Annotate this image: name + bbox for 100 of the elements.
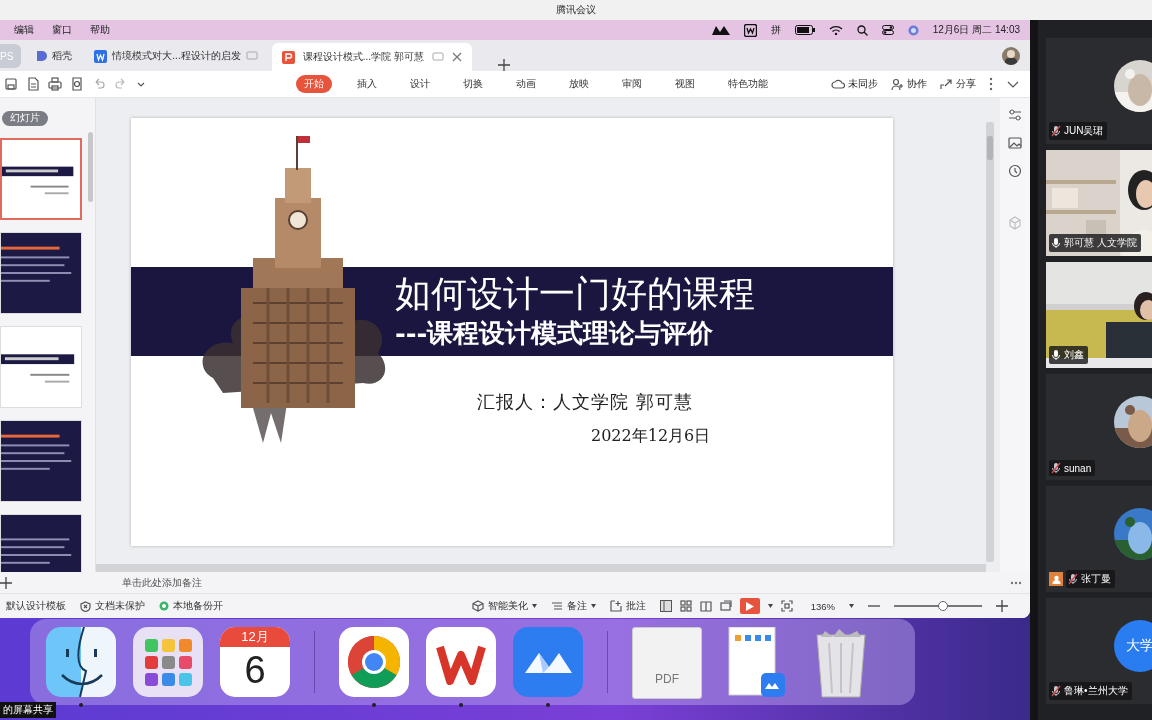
ribbon-tab[interactable]: 动画 bbox=[508, 75, 544, 94]
calendar-month: 12月 bbox=[220, 627, 290, 647]
assistant-icon[interactable] bbox=[907, 24, 919, 36]
clock[interactable]: 12月6日 周二 14:03 bbox=[932, 23, 1020, 37]
launchpad-icon[interactable] bbox=[133, 627, 203, 697]
cube-icon[interactable] bbox=[471, 600, 484, 613]
more-horizontal-icon[interactable] bbox=[1010, 580, 1022, 585]
ribbon-tab[interactable]: 设计 bbox=[402, 75, 438, 94]
people-icon bbox=[890, 77, 904, 92]
writer-icon bbox=[94, 49, 108, 63]
participant-tile[interactable]: sunan bbox=[1046, 374, 1152, 480]
screen-share-label: 的屏幕共享 bbox=[0, 702, 56, 718]
chrome-icon[interactable] bbox=[339, 627, 409, 697]
backup-icon[interactable] bbox=[159, 601, 169, 612]
share-icon bbox=[939, 77, 953, 92]
more-icon[interactable] bbox=[988, 76, 994, 93]
window-title: 腾讯会议 bbox=[556, 3, 596, 17]
menu-item[interactable]: 帮助 bbox=[90, 23, 110, 37]
control-center-icon[interactable] bbox=[881, 25, 894, 35]
calendar-icon[interactable]: 12月 6 bbox=[220, 627, 290, 697]
caret-icon[interactable] bbox=[590, 604, 596, 609]
sliders-icon[interactable] bbox=[1008, 107, 1022, 122]
wps-status-icon[interactable] bbox=[743, 23, 757, 37]
participant-name: 张丁曼 bbox=[1081, 572, 1111, 586]
ribbon-tab[interactable]: 特色功能 bbox=[720, 75, 776, 94]
wifi-icon[interactable] bbox=[828, 25, 843, 35]
document-tab[interactable]: 情境模式对大...程设计的启发 bbox=[86, 44, 266, 69]
participant-tile[interactable]: 张丁曼 bbox=[1046, 486, 1152, 592]
status-item[interactable]: 默认设计模板 bbox=[6, 599, 66, 613]
shield-icon[interactable] bbox=[80, 600, 91, 612]
document-tab[interactable]: 稻壳 bbox=[27, 44, 81, 69]
participant-name: 鲁琳•兰州大学 bbox=[1064, 684, 1128, 698]
finder-icon[interactable] bbox=[46, 627, 116, 697]
participant-name: 刘鑫 bbox=[1064, 348, 1084, 362]
caret-icon[interactable] bbox=[531, 604, 537, 609]
ribbon-tab[interactable]: 视图 bbox=[667, 75, 703, 94]
toolbar-action[interactable]: 协作 bbox=[890, 77, 927, 92]
participant-tile[interactable]: 刘鑫 bbox=[1046, 262, 1152, 368]
status-item[interactable]: 本地备份开 bbox=[159, 599, 223, 613]
meeting-icon[interactable] bbox=[513, 627, 583, 697]
status-item[interactable]: 文档未保护 bbox=[80, 599, 145, 613]
status-tool[interactable]: 智能美化 bbox=[471, 599, 537, 613]
normal-view-icon[interactable] bbox=[659, 600, 672, 613]
ribbon-tab[interactable]: 插入 bbox=[349, 75, 385, 94]
zoom-in-icon[interactable] bbox=[996, 600, 1008, 613]
close-icon[interactable] bbox=[451, 52, 462, 63]
status-tool[interactable]: 备注 bbox=[550, 599, 596, 613]
caret-icon[interactable] bbox=[767, 604, 773, 609]
toolbar-action[interactable]: 未同步 bbox=[831, 77, 878, 92]
comment-icon[interactable] bbox=[609, 600, 622, 613]
ribbon-tab[interactable]: 切换 bbox=[455, 75, 491, 94]
scrollbar[interactable] bbox=[986, 121, 994, 562]
grid-view-icon[interactable] bbox=[679, 600, 692, 613]
zoom-level[interactable]: 136% bbox=[810, 600, 835, 612]
document-tab[interactable]: 课程设计模式...学院 郭可慧 bbox=[271, 43, 472, 72]
document-icon[interactable] bbox=[26, 77, 40, 92]
input-method-indicator[interactable]: 拼 bbox=[770, 23, 781, 37]
scrollbar[interactable] bbox=[96, 563, 986, 572]
cloud-icon bbox=[831, 77, 845, 92]
participant-tile[interactable]: JUN吴珺 bbox=[1046, 38, 1152, 144]
participant-name: JUN吴珺 bbox=[1064, 124, 1104, 138]
wps-icon[interactable] bbox=[426, 627, 496, 697]
panel-label: 幻灯片 bbox=[2, 110, 48, 126]
caret-icon[interactable] bbox=[849, 604, 854, 609]
participant-name: 郭可慧 人文学院 bbox=[1064, 236, 1137, 250]
pdf-file-icon[interactable]: PDF bbox=[632, 627, 702, 699]
scrollbar[interactable] bbox=[88, 131, 93, 202]
ribbon-tab[interactable]: 开始 bbox=[296, 75, 332, 94]
docer-icon bbox=[35, 50, 48, 63]
slide-title: 如何设计一门好的课程 bbox=[395, 272, 756, 317]
status-tool[interactable]: 批注 bbox=[609, 599, 646, 613]
calendar-day: 6 bbox=[244, 647, 266, 693]
menu-item[interactable]: 编辑 bbox=[14, 23, 34, 37]
search-icon[interactable] bbox=[856, 24, 868, 36]
reading-view-icon[interactable] bbox=[699, 600, 712, 613]
presenter-icon[interactable] bbox=[719, 600, 732, 613]
add-slide-icon[interactable] bbox=[0, 576, 12, 589]
slide-thumbnail[interactable] bbox=[0, 137, 82, 220]
play-button[interactable] bbox=[739, 598, 760, 615]
fit-screen-icon[interactable] bbox=[780, 600, 793, 613]
menu-item[interactable]: 窗口 bbox=[52, 23, 72, 37]
zoom-slider-thumb[interactable] bbox=[938, 601, 949, 612]
ribbon-tab[interactable]: 放映 bbox=[561, 75, 597, 94]
file-type-label: PDF bbox=[655, 672, 679, 686]
preview-icon[interactable] bbox=[70, 77, 84, 92]
history-icon[interactable] bbox=[1008, 163, 1022, 178]
battery-icon[interactable] bbox=[794, 25, 815, 35]
save-icon[interactable] bbox=[4, 77, 18, 92]
image-icon[interactable] bbox=[1008, 135, 1022, 150]
meeting-logo-icon[interactable] bbox=[711, 25, 730, 35]
slide-subtitle: ---课程设计模式理论与评价 bbox=[395, 317, 715, 351]
reporter-text: 汇报人：人文学院 郭可慧 bbox=[477, 389, 694, 414]
notes-placeholder[interactable]: 单击此处添加备注 bbox=[122, 575, 202, 590]
new-tab-icon[interactable] bbox=[497, 59, 510, 72]
print-icon[interactable] bbox=[48, 77, 62, 92]
toolbar-action[interactable]: 分享 bbox=[939, 77, 976, 92]
participant-name: sunan bbox=[1064, 462, 1092, 474]
participant-tile[interactable]: 郭可慧 人文学院 bbox=[1046, 150, 1152, 256]
ribbon-tab[interactable]: 审阅 bbox=[614, 75, 650, 94]
slide-date: 2022年12月6日 bbox=[591, 425, 712, 447]
